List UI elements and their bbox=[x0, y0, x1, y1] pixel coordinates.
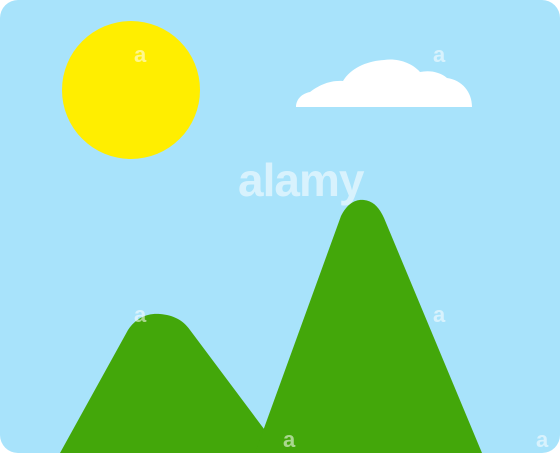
sun-icon bbox=[62, 21, 200, 159]
watermark-mark: a bbox=[134, 42, 147, 67]
watermark-mark: a bbox=[433, 42, 446, 67]
watermark-corner-mark: a bbox=[536, 427, 549, 452]
watermark-brand: alamy bbox=[238, 154, 365, 206]
watermark-mark: a bbox=[134, 302, 147, 327]
image-frame: a a alamy a a a a bbox=[0, 0, 560, 453]
watermark-mark: a bbox=[433, 302, 446, 327]
landscape-illustration: a a alamy a a a a bbox=[0, 0, 560, 453]
watermark-mark: a bbox=[283, 427, 296, 452]
